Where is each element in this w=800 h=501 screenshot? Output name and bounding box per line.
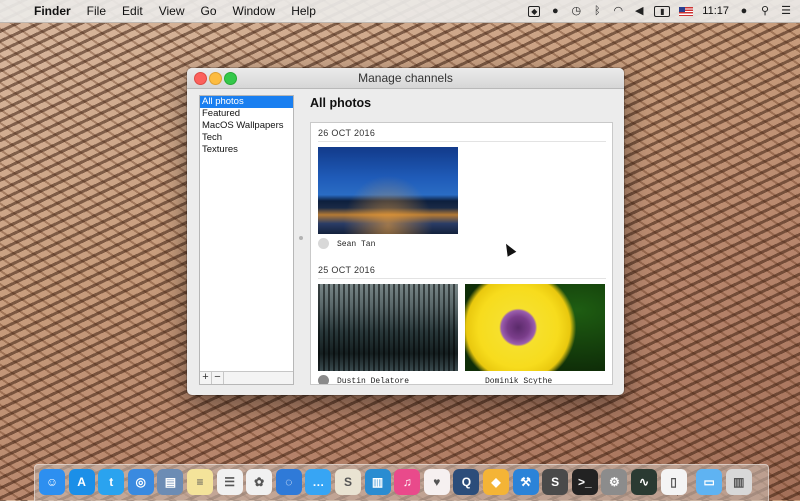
notification-center-icon[interactable]: ☰ bbox=[780, 5, 792, 17]
record-icon[interactable]: ● bbox=[549, 5, 561, 17]
status-area: ◆ ● ◷ ᛒ ◠ ◀ ▮ 11:17 ● ⚲ ☰ bbox=[528, 0, 792, 22]
terminal-icon[interactable]: >_ bbox=[571, 469, 598, 495]
date-header: 25 OCT 2016 bbox=[318, 265, 376, 275]
quicktime-icon[interactable]: Q bbox=[453, 469, 480, 495]
messages-icon[interactable]: … bbox=[305, 469, 332, 495]
channel-item-all-photos[interactable]: All photos bbox=[200, 96, 293, 108]
date-header: 26 OCT 2016 bbox=[318, 128, 376, 138]
safari-icon[interactable]: ◎ bbox=[127, 469, 154, 495]
menu-view[interactable]: View bbox=[159, 4, 185, 18]
notes-icon[interactable]: ≡ bbox=[187, 469, 213, 495]
page-title: All photos bbox=[310, 96, 372, 110]
minimize-button[interactable] bbox=[209, 72, 222, 85]
app-store-icon[interactable]: A bbox=[68, 469, 95, 495]
system-preferences-icon[interactable]: ⚙ bbox=[601, 469, 628, 495]
folder-icon[interactable]: ▭ bbox=[696, 469, 723, 495]
bluetooth-icon[interactable]: ᛒ bbox=[591, 5, 603, 17]
channel-item-textures[interactable]: Textures bbox=[200, 144, 293, 156]
sketch-icon[interactable]: ◆ bbox=[483, 469, 509, 495]
clock[interactable]: 11:17 bbox=[702, 5, 729, 17]
slack-icon[interactable]: S bbox=[335, 469, 361, 495]
volume-icon[interactable]: ◀ bbox=[633, 5, 645, 17]
twitter-icon[interactable]: t bbox=[98, 469, 125, 495]
channel-list-footer: + − bbox=[200, 371, 293, 384]
photos-icon[interactable]: ✿ bbox=[246, 469, 273, 495]
add-channel-button[interactable]: + bbox=[200, 372, 212, 384]
channel-item-tech[interactable]: Tech bbox=[200, 132, 293, 144]
trash-icon[interactable]: ▥ bbox=[725, 469, 752, 495]
photo-author[interactable]: Sean Tan bbox=[337, 240, 375, 249]
photo-city-skyline[interactable] bbox=[318, 147, 458, 234]
itunes-icon[interactable]: ♫ bbox=[394, 469, 421, 495]
menu-bar: Finder File Edit View Go Window Help ◆ ●… bbox=[0, 0, 800, 23]
dropbox-icon[interactable]: ◆ bbox=[528, 5, 541, 17]
signal-icon[interactable]: ◌ bbox=[275, 469, 302, 495]
title-bar[interactable]: Manage channels bbox=[187, 68, 624, 89]
zoom-button[interactable] bbox=[224, 72, 237, 85]
user-icon[interactable]: ● bbox=[738, 5, 750, 17]
photo-feed[interactable]: 26 OCT 2016 Sean Tan 25 OCT 2016 Dustin … bbox=[310, 122, 613, 385]
preview-icon[interactable]: ▤ bbox=[157, 469, 184, 495]
sublime-text-icon[interactable]: S bbox=[542, 469, 569, 495]
flag-us-icon[interactable] bbox=[679, 6, 694, 16]
trello-icon[interactable]: ▥ bbox=[364, 469, 391, 495]
close-button[interactable] bbox=[194, 72, 207, 85]
menu-go[interactable]: Go bbox=[201, 4, 217, 18]
remove-channel-button[interactable]: − bbox=[212, 372, 224, 384]
spotlight-icon[interactable]: ⚲ bbox=[759, 5, 771, 17]
channel-list: All photos Featured MacOS Wallpapers Tec… bbox=[199, 95, 294, 385]
menu-file[interactable]: File bbox=[87, 4, 106, 18]
finder-icon[interactable]: ☺ bbox=[39, 469, 65, 495]
reminders-icon[interactable]: ☰ bbox=[216, 469, 243, 495]
wifi-icon[interactable]: ◠ bbox=[612, 5, 624, 17]
photo-forest-lake[interactable] bbox=[318, 284, 458, 371]
photo-author[interactable]: Dominik Scythe bbox=[485, 377, 552, 384]
divider bbox=[318, 278, 606, 279]
split-view-divider[interactable] bbox=[299, 236, 303, 240]
menu-window[interactable]: Window bbox=[233, 4, 276, 18]
dock: ☺ At ◎ ▤ ≡ ☰ ✿ ◌… S ▥ ♫ ♥ Q ◆ ⚒ S >_ ⚙ ∿ ▯ ▭ ▥ bbox=[34, 464, 769, 501]
photo-yellow-daisy[interactable] bbox=[465, 284, 605, 371]
time-machine-icon[interactable]: ◷ bbox=[570, 5, 582, 17]
avatar bbox=[318, 238, 329, 249]
menu-finder[interactable]: Finder bbox=[34, 4, 71, 18]
menu-edit[interactable]: Edit bbox=[122, 4, 143, 18]
menu-help[interactable]: Help bbox=[291, 4, 316, 18]
window-title: Manage channels bbox=[358, 71, 453, 85]
channel-item-macos-wallpapers[interactable]: MacOS Wallpapers bbox=[200, 120, 293, 132]
manage-channels-window: Manage channels All photos Featured MacO… bbox=[187, 68, 624, 395]
avatar bbox=[318, 375, 329, 384]
activity-monitor-icon[interactable]: ∿ bbox=[631, 469, 657, 495]
battery-icon[interactable]: ▮ bbox=[654, 5, 671, 17]
health-icon[interactable]: ♥ bbox=[423, 469, 450, 495]
channel-item-featured[interactable]: Featured bbox=[200, 108, 293, 120]
divider bbox=[318, 141, 606, 142]
xcode-icon[interactable]: ⚒ bbox=[512, 469, 539, 495]
document-icon[interactable]: ▯ bbox=[660, 469, 687, 495]
photo-author[interactable]: Dustin Delatore bbox=[337, 377, 409, 384]
